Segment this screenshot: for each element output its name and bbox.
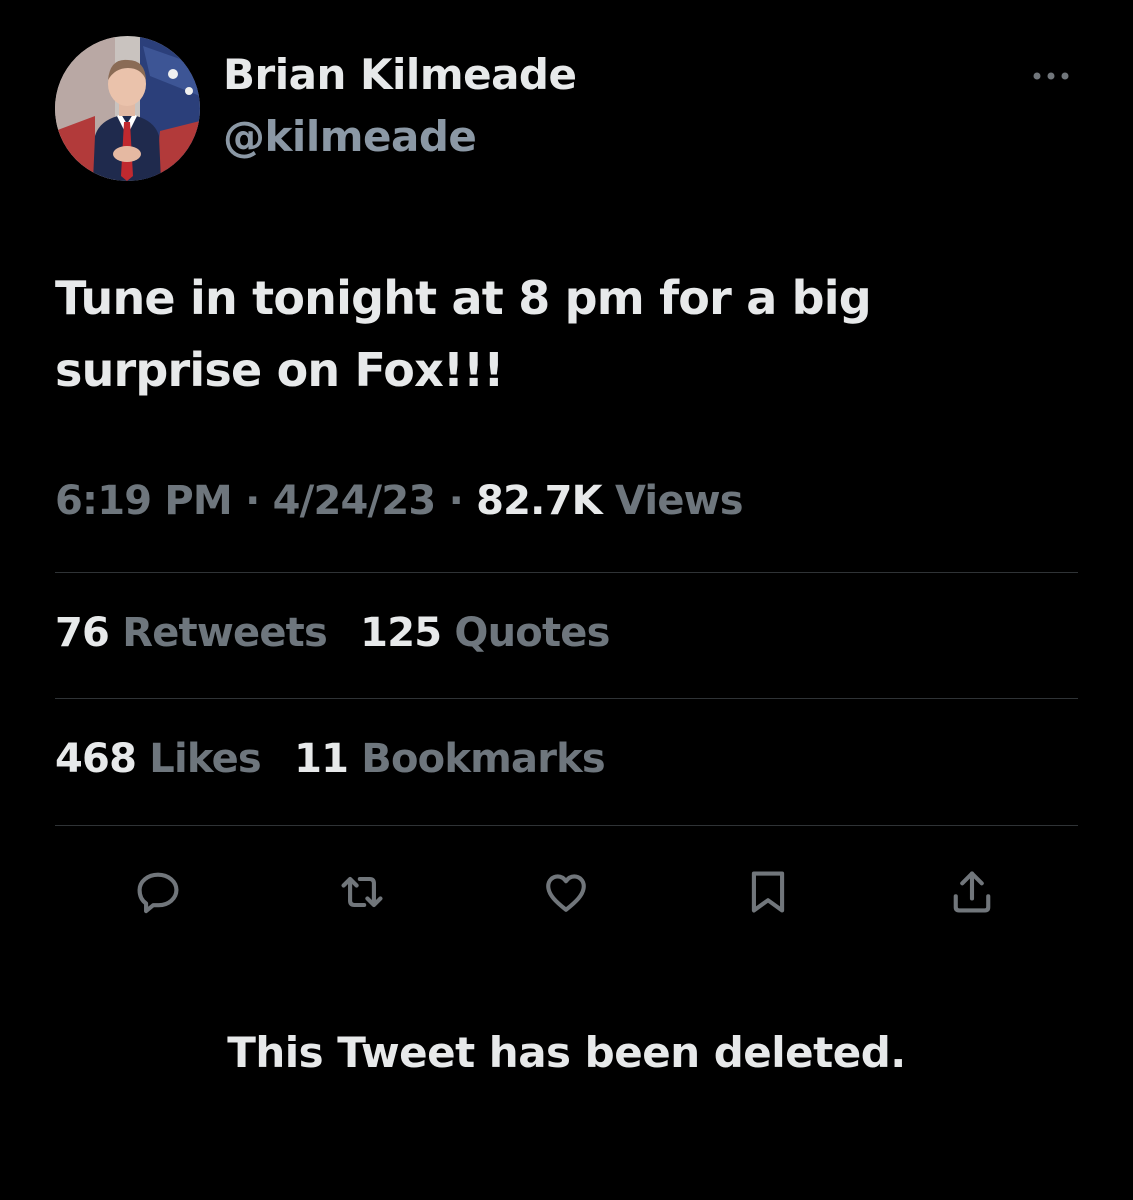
- tweet-date[interactable]: 4/24/23: [273, 478, 437, 524]
- quotes-count: 125: [360, 610, 442, 656]
- retweet-button[interactable]: [332, 862, 392, 922]
- likes-count: 468: [55, 736, 137, 782]
- bookmarks-stat[interactable]: 11 Bookmarks: [294, 736, 606, 782]
- share-icon: [953, 871, 991, 913]
- engagement-row-reposts: 76 Retweets 125 Quotes: [55, 610, 630, 656]
- tweet-metadata: 6:19 PM · 4/24/23 · 82.7K Views: [55, 478, 744, 524]
- divider: [55, 825, 1078, 826]
- engagement-row-likes: 468 Likes 11 Bookmarks: [55, 736, 625, 782]
- retweets-stat[interactable]: 76 Retweets: [55, 610, 328, 656]
- more-button[interactable]: [1025, 58, 1077, 94]
- quotes-stat[interactable]: 125 Quotes: [360, 610, 610, 656]
- author-display-name[interactable]: Brian Kilmeade: [223, 50, 577, 99]
- tweet-time[interactable]: 6:19 PM: [55, 478, 233, 524]
- views-label: Views: [614, 478, 744, 524]
- more-horizontal-icon: [1033, 72, 1069, 80]
- likes-stat[interactable]: 468 Likes: [55, 736, 262, 782]
- reply-icon: [137, 872, 179, 914]
- bookmarks-label: Bookmarks: [361, 736, 605, 782]
- retweet-icon: [341, 876, 383, 908]
- author-handle[interactable]: @kilmeade: [223, 112, 477, 161]
- bookmarks-count: 11: [294, 736, 349, 782]
- heart-icon: [546, 874, 586, 912]
- share-button[interactable]: [942, 862, 1002, 922]
- avatar[interactable]: [55, 36, 200, 181]
- tweet-action-bar: [0, 862, 1133, 922]
- deleted-notice: This Tweet has been deleted.: [227, 1028, 906, 1077]
- divider: [55, 572, 1078, 573]
- divider: [55, 698, 1078, 699]
- retweets-count: 76: [55, 610, 110, 656]
- views-count: 82.7K: [476, 478, 603, 524]
- likes-label: Likes: [149, 736, 261, 782]
- quotes-label: Quotes: [454, 610, 610, 656]
- tweet-text: Tune in tonight at 8 pm for a big surpri…: [55, 271, 872, 397]
- reply-button[interactable]: [128, 862, 188, 922]
- retweets-label: Retweets: [122, 610, 328, 656]
- like-button[interactable]: [536, 862, 596, 922]
- meta-separator: ·: [245, 478, 260, 524]
- meta-separator: ·: [448, 478, 464, 524]
- bookmark-button[interactable]: [738, 862, 798, 922]
- bookmark-icon: [751, 871, 785, 913]
